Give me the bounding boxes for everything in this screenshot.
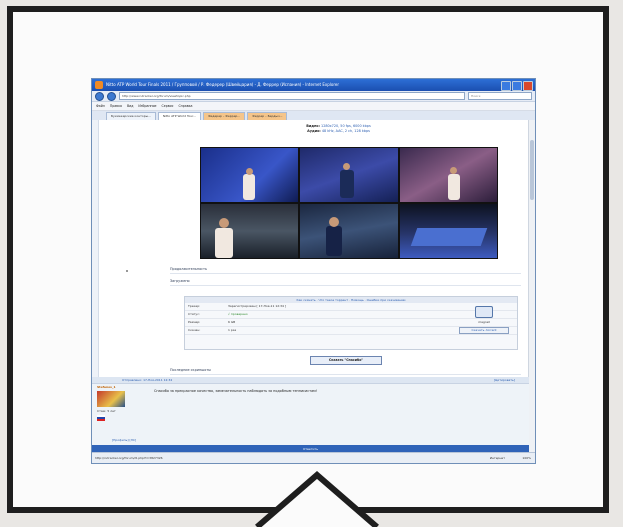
- audio-label: Аудио:: [307, 129, 321, 133]
- download-torrent-button[interactable]: Скачать .torrent: [459, 327, 509, 334]
- back-button[interactable]: [95, 91, 104, 101]
- menu-item-favorites[interactable]: Избранное: [138, 104, 156, 108]
- forward-button[interactable]: [107, 91, 116, 101]
- screenshot-grid: [200, 147, 498, 259]
- tab-4[interactable]: Феррер – Бердыч...: [247, 112, 288, 120]
- status-url: http://rutracker.org/forum/dl.php?t=3827…: [95, 456, 163, 460]
- screenshot-thumb-6[interactable]: [399, 204, 497, 258]
- post-author: Stefanos_1 Стаж: 5 лет: [97, 385, 137, 421]
- frame-notch: [247, 467, 387, 527]
- page-content: Видео: 1280x720, 50 fps, 6000 kbps Аудио…: [92, 120, 535, 453]
- menu-item-tools[interactable]: Сервис: [162, 104, 174, 108]
- flag-icon: [97, 415, 105, 421]
- row-key: Статус:: [188, 312, 200, 316]
- status-zone: Интернет: [489, 456, 505, 460]
- row-key: Трекер:: [188, 304, 201, 308]
- close-icon[interactable]: [523, 81, 533, 91]
- window-controls: [501, 81, 533, 91]
- thanks-button[interactable]: Сказать "Спасибо": [310, 356, 382, 365]
- row-key: Размер:: [188, 320, 201, 324]
- menu-bar: Файл Правка Вид Избранное Сервис Справка: [92, 102, 535, 111]
- video-info: Видео: 1280x720, 50 fps, 6000 kbps Аудио…: [152, 124, 525, 134]
- video-label: Видео:: [306, 124, 320, 128]
- photo-frame: Nitto ATP World Tour Finals 2011 / Групп…: [7, 6, 609, 513]
- author-name[interactable]: Stefanos_1: [97, 385, 137, 389]
- maximize-icon[interactable]: [512, 81, 522, 91]
- minimize-icon[interactable]: [501, 81, 511, 91]
- menu-item-view[interactable]: Вид: [127, 104, 133, 108]
- screenshot-thumb-5[interactable]: [300, 204, 398, 258]
- profile-links[interactable]: [Профиль] [ЛС]: [112, 438, 136, 442]
- browser-window: Nitto ATP World Tour Finals 2011 / Групп…: [91, 78, 536, 464]
- window-title: Nitto ATP World Tour Finals 2011 / Групп…: [106, 82, 340, 87]
- navigation-bar: http://www.rutracker.org/forum/viewtopic…: [92, 91, 535, 102]
- author-meta: Стаж: 5 лет: [97, 409, 116, 413]
- section-screenshots[interactable]: Последние скриншоты: [170, 367, 521, 375]
- audio-value: 48 kHz, AAC, 2 ch, 128 kbps: [321, 129, 370, 133]
- section-uploaded[interactable]: Загружено: [170, 278, 521, 286]
- section-duration[interactable]: Продолжительность: [170, 266, 521, 274]
- tab-3[interactable]: Федерер – Феррер...: [202, 112, 246, 120]
- post-date: Отправлено: 17-Ноя-2011 12:34: [122, 378, 173, 382]
- browser-logo-icon: [95, 81, 103, 89]
- screenshot-thumb-1[interactable]: [201, 148, 299, 202]
- forum-post: Отправлено: 17-Ноя-2011 12:34 [Цитироват…: [92, 377, 529, 453]
- post-header: Отправлено: 17-Ноя-2011 12:34 [Цитироват…: [92, 377, 529, 384]
- tab-1[interactable]: Букмекерские конторы...: [106, 112, 156, 120]
- menu-item-file[interactable]: Файл: [96, 104, 105, 108]
- scrollbar-thumb[interactable]: [530, 140, 534, 200]
- quote-link[interactable]: [Цитировать]: [494, 377, 515, 383]
- magnet-caption: magnet: [478, 320, 490, 324]
- row-key: Скачан:: [188, 328, 201, 332]
- menu-item-edit[interactable]: Правка: [110, 104, 122, 108]
- screenshot-thumb-3[interactable]: [399, 148, 497, 202]
- screenshot-thumb-4[interactable]: [201, 204, 299, 258]
- screenshot-thumb-2[interactable]: [300, 148, 398, 202]
- menu-item-help[interactable]: Справка: [178, 104, 192, 108]
- window-titlebar: Nitto ATP World Tour Finals 2011 / Групп…: [92, 79, 535, 91]
- video-value: 1280x720, 50 fps, 6000 kbps: [321, 124, 371, 128]
- search-input[interactable]: Поиск: [468, 92, 532, 100]
- status-bar: http://rutracker.org/forum/dl.php?t=3827…: [92, 452, 535, 463]
- tab-2[interactable]: Nitto ATP World Tour...: [157, 112, 201, 120]
- avatar: [97, 391, 125, 407]
- magnet-icon[interactable]: [475, 306, 493, 318]
- zoom-level[interactable]: 100%: [522, 453, 531, 463]
- post-text: Спасибо за прекрасное качество, замечате…: [154, 389, 318, 393]
- download-box: Как скачать · Что такое торрент · Помощь…: [184, 296, 518, 350]
- address-bar[interactable]: http://www.rutracker.org/forum/viewtopic…: [119, 92, 465, 100]
- download-actions: magnet Скачать .torrent: [459, 306, 509, 346]
- tennis-court: [410, 228, 487, 246]
- scrollbar[interactable]: [528, 120, 535, 453]
- speck: [126, 270, 128, 272]
